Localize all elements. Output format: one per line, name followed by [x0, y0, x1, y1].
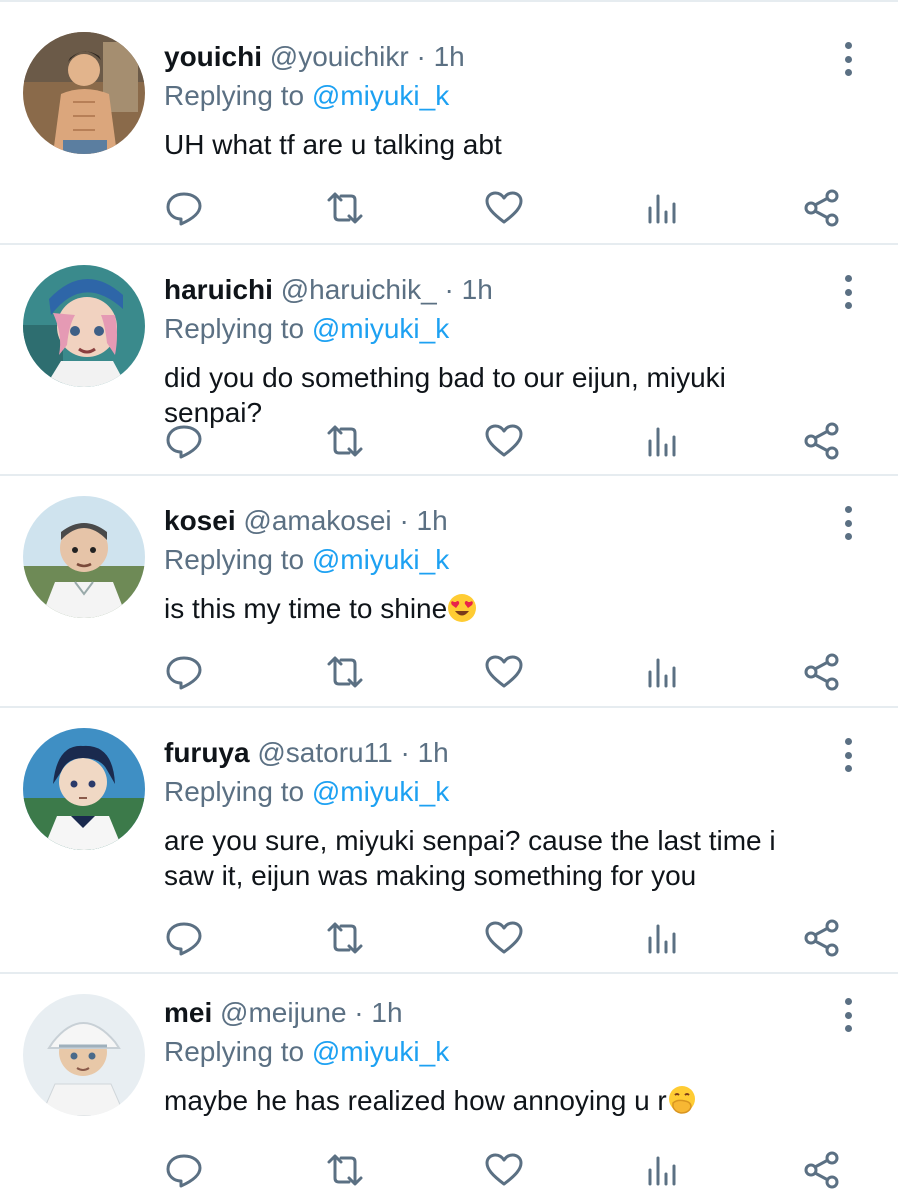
user-handle[interactable]: @haruichik_: [281, 274, 437, 305]
replying-to: Replying to @miyuki_k: [164, 775, 828, 809]
tweet-header: mei @meijune · 1h: [164, 974, 828, 1030]
mention-link[interactable]: @miyuki_k: [312, 776, 449, 807]
reply-icon[interactable]: [164, 188, 204, 228]
user-handle[interactable]: @amakosei: [243, 505, 391, 536]
replying-to-label: Replying to: [164, 80, 305, 111]
stats-icon[interactable]: [642, 1150, 682, 1190]
replying-to-label: Replying to: [164, 544, 305, 575]
avatar[interactable]: [23, 265, 145, 387]
share-icon[interactable]: [802, 421, 842, 461]
timestamp[interactable]: 1h: [418, 737, 449, 768]
action-bar: [0, 652, 898, 692]
tweet-text: UH what tf are u talking abt: [164, 127, 828, 162]
stats-icon[interactable]: [642, 652, 682, 692]
tweet-header: kosei @amakosei · 1h: [164, 476, 828, 538]
mention-link[interactable]: @miyuki_k: [312, 313, 449, 344]
tweet-text-content: maybe he has realized how annoying u r: [164, 1085, 667, 1116]
tweet-text: did you do something bad to our eijun, m…: [164, 360, 828, 430]
retweet-icon[interactable]: [325, 421, 365, 461]
tweet-text-content: is this my time to shine: [164, 593, 448, 624]
user-handle[interactable]: @meijune: [220, 997, 346, 1028]
reply-icon[interactable]: [164, 652, 204, 692]
stats-icon[interactable]: [642, 188, 682, 228]
reply-icon[interactable]: [164, 1150, 204, 1190]
share-icon[interactable]: [802, 918, 842, 958]
tweet-text-content: UH what tf are u talking abt: [164, 129, 502, 160]
display-name[interactable]: haruichi: [164, 274, 273, 305]
tweet[interactable]: youichi @youichikr · 1h Replying to @miy…: [0, 2, 898, 245]
tweet[interactable]: mei @meijune · 1h Replying to @miyuki_k …: [0, 974, 898, 1200]
action-bar: [0, 421, 898, 461]
like-icon[interactable]: [484, 652, 524, 692]
separator-dot: ·: [400, 737, 410, 768]
reply-feed: youichi @youichikr · 1h Replying to @miy…: [0, 0, 898, 1200]
retweet-icon[interactable]: [325, 918, 365, 958]
timestamp[interactable]: 1h: [417, 505, 448, 536]
replying-to-label: Replying to: [164, 776, 305, 807]
stats-icon[interactable]: [642, 421, 682, 461]
tweet[interactable]: furuya @satoru11 · 1h Replying to @miyuk…: [0, 708, 898, 974]
replying-to-label: Replying to: [164, 1036, 305, 1067]
replying-to: Replying to @miyuki_k: [164, 79, 828, 113]
like-icon[interactable]: [484, 918, 524, 958]
avatar[interactable]: [23, 32, 145, 154]
mention-link[interactable]: @miyuki_k: [312, 1036, 449, 1067]
tweet[interactable]: haruichi @haruichik_ · 1h Replying to @m…: [0, 245, 898, 476]
more-vertical-icon[interactable]: [838, 998, 858, 1032]
share-icon[interactable]: [802, 188, 842, 228]
retweet-icon[interactable]: [325, 188, 365, 228]
action-bar: [0, 918, 898, 958]
avatar[interactable]: [23, 496, 145, 618]
separator-dot: ·: [399, 505, 409, 536]
tweet-text: is this my time to shine: [164, 591, 828, 626]
tweet-text: maybe he has realized how annoying u r: [164, 1083, 828, 1118]
stats-icon[interactable]: [642, 918, 682, 958]
share-icon[interactable]: [802, 652, 842, 692]
separator-dot: ·: [416, 41, 426, 72]
display-name[interactable]: youichi: [164, 41, 262, 72]
timestamp[interactable]: 1h: [462, 274, 493, 305]
user-handle[interactable]: @youichikr: [270, 41, 409, 72]
heart-eyes-emoji: [447, 593, 477, 623]
action-bar: [0, 188, 898, 228]
retweet-icon[interactable]: [325, 1150, 365, 1190]
like-icon[interactable]: [484, 421, 524, 461]
like-icon[interactable]: [484, 188, 524, 228]
tweet-text-content: did you do something bad to our eijun, m…: [164, 362, 726, 428]
display-name[interactable]: furuya: [164, 737, 250, 768]
timestamp[interactable]: 1h: [434, 41, 465, 72]
display-name[interactable]: mei: [164, 997, 212, 1028]
like-icon[interactable]: [484, 1150, 524, 1190]
reply-icon[interactable]: [164, 918, 204, 958]
replying-to: Replying to @miyuki_k: [164, 312, 828, 346]
face-with-hand-over-mouth-emoji: [667, 1085, 697, 1115]
more-vertical-icon[interactable]: [838, 506, 858, 540]
tweet-text: are you sure, miyuki senpai? cause the l…: [164, 823, 828, 893]
reply-icon[interactable]: [164, 421, 204, 461]
more-vertical-icon[interactable]: [838, 42, 858, 76]
more-vertical-icon[interactable]: [838, 738, 858, 772]
more-vertical-icon[interactable]: [838, 275, 858, 309]
tweet-text-content: are you sure, miyuki senpai? cause the l…: [164, 825, 776, 891]
avatar[interactable]: [23, 994, 145, 1116]
replying-to-label: Replying to: [164, 313, 305, 344]
tweet-header: youichi @youichikr · 1h: [164, 2, 828, 74]
user-handle[interactable]: @satoru11: [257, 737, 392, 768]
display-name[interactable]: kosei: [164, 505, 236, 536]
separator-dot: ·: [444, 274, 454, 305]
tweet-header: furuya @satoru11 · 1h: [164, 708, 828, 770]
tweet[interactable]: kosei @amakosei · 1h Replying to @miyuki…: [0, 476, 898, 708]
retweet-icon[interactable]: [325, 652, 365, 692]
mention-link[interactable]: @miyuki_k: [312, 80, 449, 111]
action-bar: [0, 1150, 898, 1190]
replying-to: Replying to @miyuki_k: [164, 543, 828, 577]
avatar[interactable]: [23, 728, 145, 850]
mention-link[interactable]: @miyuki_k: [312, 544, 449, 575]
replying-to: Replying to @miyuki_k: [164, 1035, 828, 1069]
timestamp[interactable]: 1h: [371, 997, 402, 1028]
tweet-header: haruichi @haruichik_ · 1h: [164, 245, 828, 307]
share-icon[interactable]: [802, 1150, 842, 1190]
separator-dot: ·: [354, 997, 364, 1028]
